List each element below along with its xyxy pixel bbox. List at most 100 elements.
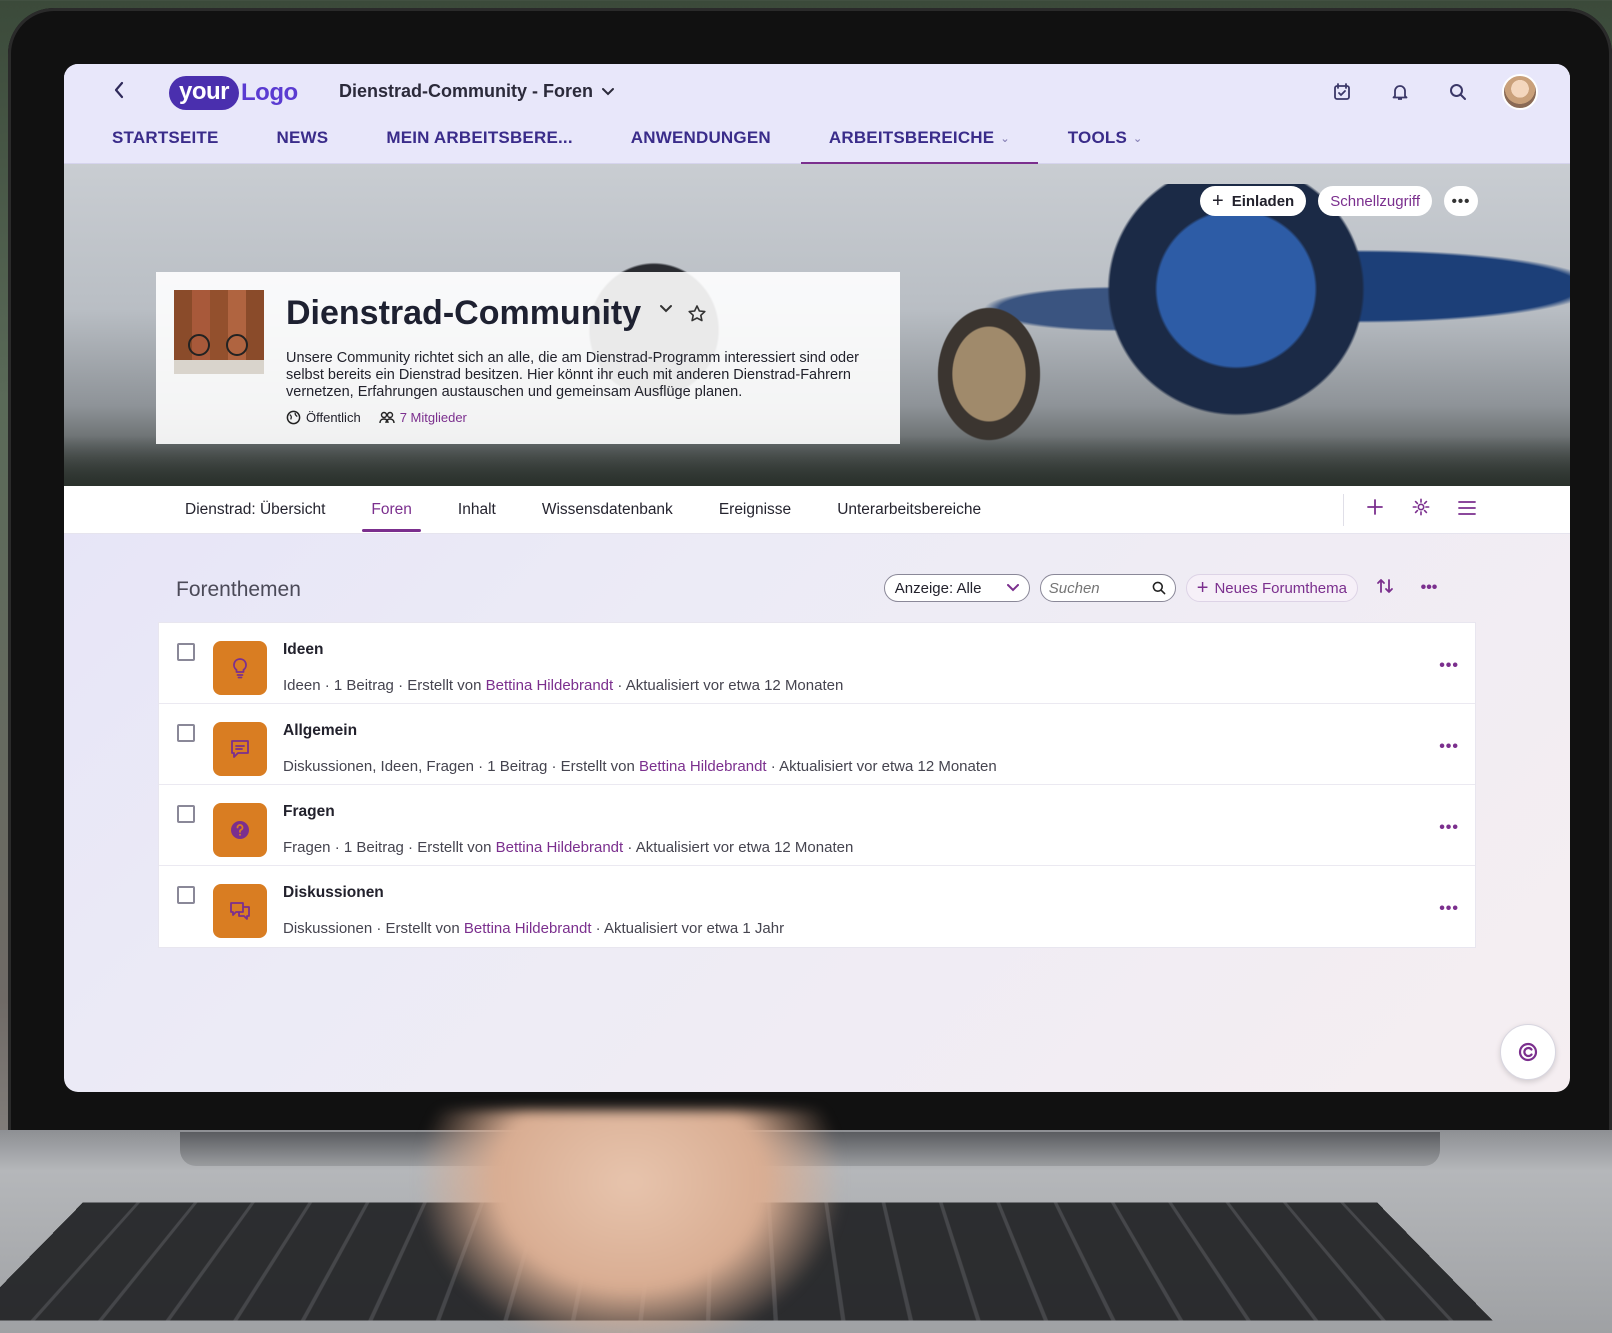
- nav-item-arbeitsbereiche[interactable]: ARBEITSBEREICHE ⌄: [800, 128, 1038, 164]
- avatar[interactable]: [1502, 74, 1538, 110]
- back-button[interactable]: [112, 80, 132, 104]
- hero-more-button[interactable]: •••: [1444, 186, 1478, 216]
- section-title: Forenthemen: [176, 578, 301, 601]
- chevron-down-icon: ⌄: [1000, 133, 1010, 145]
- plus-icon: +: [1212, 189, 1224, 212]
- new-topic-button[interactable]: + Neues Forumthema: [1185, 574, 1358, 602]
- chevron-down-icon[interactable]: [659, 304, 673, 314]
- visibility-label: Öffentlich: [306, 410, 361, 425]
- topic-more-button[interactable]: •••: [1439, 738, 1459, 756]
- author-link[interactable]: Bettina Hildebrandt: [496, 839, 624, 856]
- tab-unterarbeitsbereiche[interactable]: Unterarbeitsbereiche: [814, 486, 1004, 534]
- chevron-down-icon: [602, 87, 615, 95]
- chevron-down-icon: ⌄: [1133, 133, 1143, 145]
- members-label: 7 Mitglieder: [399, 410, 467, 425]
- new-topic-label: Neues Forumthema: [1214, 579, 1347, 597]
- nav-item-tools[interactable]: TOOLS ⌄: [1068, 128, 1143, 164]
- topic-meta-prefix: Diskussionen, Ideen, Fragen · 1 Beitrag …: [283, 758, 640, 775]
- nav-item-anwendungen[interactable]: ANWENDUNGEN: [631, 128, 771, 164]
- bell-icon: [1392, 85, 1408, 100]
- tab-label: Wissensdatenbank: [541, 501, 673, 518]
- author-link[interactable]: Bettina Hildebrandt: [464, 920, 592, 937]
- thumbnail-floor: [174, 360, 264, 374]
- topic-row[interactable]: Ideen Ideen · 1 Beitrag · Erstellt von B…: [159, 623, 1475, 704]
- filter-select[interactable]: Anzeige: Alle: [883, 574, 1030, 602]
- nav-label: MEIN ARBEITSBERE...: [386, 128, 573, 147]
- search-icon[interactable]: [1151, 580, 1167, 596]
- topic-meta-suffix: · Aktualisiert vor etwa 12 Monaten: [623, 839, 854, 856]
- bike-wheel: [226, 334, 248, 356]
- topic-title[interactable]: Diskussionen: [283, 884, 384, 902]
- topic-row[interactable]: Fragen Fragen · 1 Beitrag · Erstellt von…: [159, 785, 1475, 866]
- discussion-icon: [230, 902, 250, 920]
- context-title-label: Dienstrad-Community - Foren: [339, 81, 594, 101]
- topic-checkbox[interactable]: [177, 886, 195, 904]
- chevron-down-icon: [1006, 584, 1019, 592]
- topic-title[interactable]: Fragen: [283, 803, 335, 821]
- nav-item-news[interactable]: NEWS: [277, 128, 329, 164]
- logo[interactable]: your Logo: [169, 76, 298, 110]
- topic-more-button[interactable]: •••: [1439, 657, 1459, 675]
- saved-items-icon: [1334, 83, 1350, 100]
- members-link[interactable]: 7 Mitglieder: [378, 410, 467, 425]
- community-card: Dienstrad-Community Unsere Community ric…: [156, 272, 900, 444]
- community-description: Unsere Community richtet sich an alle, d…: [286, 350, 859, 400]
- search-input[interactable]: [1048, 579, 1141, 597]
- add-button[interactable]: [1364, 498, 1386, 522]
- saved-items-button[interactable]: [1328, 78, 1356, 106]
- topic-row[interactable]: Allgemein Diskussionen, Ideen, Fragen · …: [159, 704, 1475, 785]
- topic-checkbox[interactable]: [177, 724, 195, 742]
- filter-label: Anzeige: Alle: [894, 579, 982, 597]
- invite-button[interactable]: + Einladen: [1200, 186, 1307, 216]
- hero-banner: + Einladen Schnellzugriff ••• Dienstrad-…: [64, 164, 1570, 486]
- globe-icon: [286, 410, 301, 425]
- topic-checkbox[interactable]: [177, 643, 195, 661]
- subnav-tools: [1343, 494, 1478, 526]
- star-icon[interactable]: [687, 304, 707, 324]
- sort-button[interactable]: [1368, 577, 1402, 600]
- topic-meta-suffix: · Aktualisiert vor etwa 1 Jahr: [591, 920, 785, 937]
- more-icon: •••: [1451, 192, 1471, 210]
- nav-label: TOOLS: [1067, 128, 1127, 147]
- tab-label: Foren: [371, 501, 412, 518]
- notifications-button[interactable]: [1386, 78, 1414, 106]
- tab-dienstrad-uebersicht[interactable]: Dienstrad: Übersicht: [162, 486, 348, 534]
- tab-label: Ereignisse: [718, 501, 792, 518]
- assistant-fab-button[interactable]: [1500, 1024, 1556, 1080]
- topic-meta-suffix: · Aktualisiert vor etwa 12 Monaten: [613, 677, 844, 694]
- lightbulb-icon: [233, 658, 247, 679]
- tab-foren[interactable]: Foren: [348, 486, 435, 534]
- toolbar-more-button[interactable]: •••: [1412, 579, 1446, 597]
- topic-more-button[interactable]: •••: [1439, 819, 1459, 837]
- community-thumbnail: [174, 290, 264, 374]
- context-title[interactable]: Dienstrad-Community - Foren: [339, 81, 615, 102]
- tab-label: Dienstrad: Übersicht: [185, 501, 326, 518]
- topic-checkbox[interactable]: [177, 805, 195, 823]
- topic-title[interactable]: Allgemein: [283, 722, 357, 740]
- community-meta: Öffentlich 7 Mitglieder: [286, 410, 467, 425]
- topic-more-button[interactable]: •••: [1439, 900, 1459, 918]
- topic-row[interactable]: Diskussionen Diskussionen · Erstellt von…: [159, 866, 1475, 947]
- tab-ereignisse[interactable]: Ereignisse: [696, 486, 814, 534]
- top-bar: your Logo Dienstrad-Community - Foren ST…: [64, 64, 1570, 164]
- quick-access-button[interactable]: Schnellzugriff: [1318, 186, 1432, 216]
- search-button[interactable]: [1444, 78, 1472, 106]
- forum-toolbar: Anzeige: Alle + Neues Forumthema •••: [883, 574, 1446, 602]
- topic-icon-tile: [213, 803, 267, 857]
- tab-inhalt[interactable]: Inhalt: [435, 486, 519, 534]
- visibility-badge: Öffentlich: [286, 410, 361, 425]
- author-link[interactable]: Bettina Hildebrandt: [639, 758, 767, 775]
- plus-icon: +: [1196, 576, 1209, 599]
- author-link[interactable]: Bettina Hildebrandt: [486, 677, 614, 694]
- settings-button[interactable]: [1410, 498, 1432, 522]
- nav-item-mein-arbeitsbereich[interactable]: MEIN ARBEITSBERE...: [386, 128, 572, 164]
- topic-meta-prefix: Diskussionen · Erstellt von: [283, 920, 464, 937]
- app-screen: your Logo Dienstrad-Community - Foren ST…: [64, 64, 1570, 1092]
- menu-button[interactable]: [1456, 499, 1478, 522]
- tab-wissensdatenbank[interactable]: Wissensdatenbank: [519, 486, 696, 534]
- quick-access-label: Schnellzugriff: [1330, 192, 1420, 210]
- people-icon: [378, 411, 395, 423]
- nav-item-startseite[interactable]: STARTSEITE: [112, 128, 219, 164]
- topic-title[interactable]: Ideen: [283, 641, 323, 659]
- nav-label: NEWS: [276, 128, 329, 147]
